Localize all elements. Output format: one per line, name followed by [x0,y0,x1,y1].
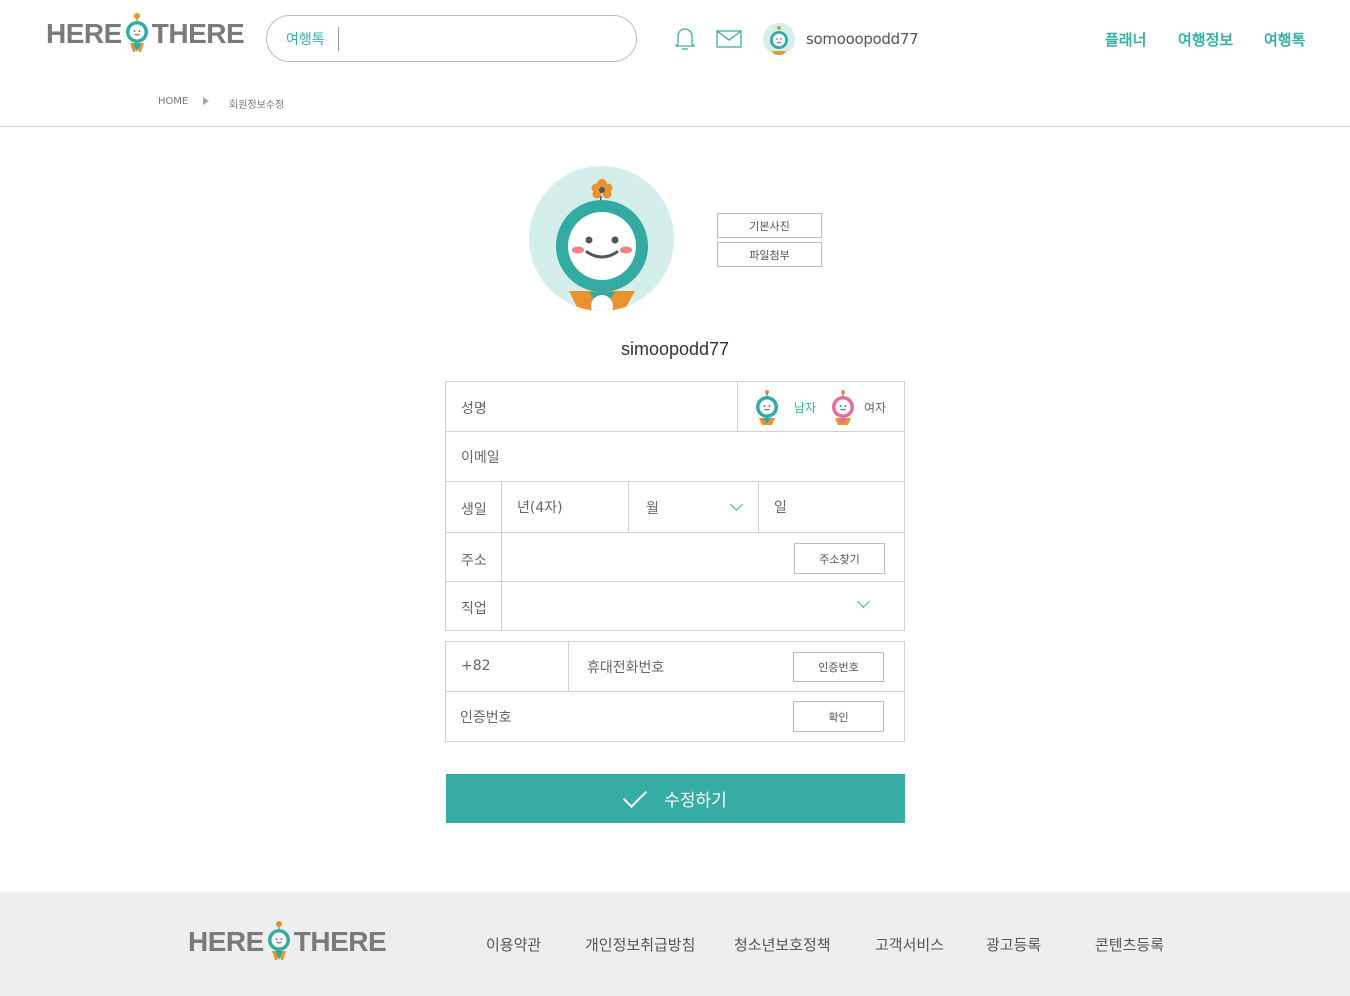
birth-year-divider [628,482,629,532]
mascot-avatar-icon [770,26,788,55]
footer-link-privacy[interactable]: 개인정보취급방침 [585,934,695,955]
phone-row: +82 휴대전화번호 인증번호 [446,642,904,692]
job-chevron-down-icon[interactable] [857,595,870,608]
breadcrumb-home[interactable]: HOME [158,96,188,107]
search-bar[interactable]: 여행톡 [266,15,637,62]
footer-logo-text-here: HERE [188,926,264,957]
email-row: 이메일 [446,432,904,482]
birth-year-input[interactable]: 년(4자) [517,497,563,517]
nav-travel-info[interactable]: 여행정보 [1178,29,1233,50]
job-divider [501,582,502,630]
submit-button[interactable]: 수정하기 [446,774,905,823]
mascot-female-icon [832,390,854,425]
footer-link-customer-service[interactable]: 고객서비스 [875,934,944,955]
country-code[interactable]: +82 [461,658,491,674]
phone-divider [568,642,569,691]
logo-text-there: THERE [151,18,245,49]
address-search-button[interactable]: 주소찾기 [794,543,885,574]
profile-username: simoopodd77 [620,339,730,359]
default-photo-button[interactable]: 기본사진 [717,213,822,238]
birthday-divider [501,482,502,532]
address-divider [501,533,502,581]
mascot-logo-icon [125,13,148,52]
footer-link-ad-register[interactable]: 광고등록 [986,934,1041,955]
submit-label: 수정하기 [664,791,727,811]
birth-month-divider [758,482,759,532]
nav-planner[interactable]: 플래너 [1105,29,1146,50]
mascot-footer-logo-icon [267,921,290,960]
footer-logo[interactable]: HERE THERE [188,920,387,964]
gender-male-label: 남자 [794,400,817,415]
job-label: 직업 [461,601,487,617]
site-header: HERE THERE 여행톡 somooopodd77 플래너 여행정보 여행톡 [0,0,1350,77]
address-label: 주소 [461,553,487,569]
nav-travel-talk[interactable]: 여행톡 [1264,29,1305,50]
request-code-button[interactable]: 인증번호 [793,652,884,682]
verify-code-input[interactable]: 인증번호 [460,707,512,727]
phone-form: +82 휴대전화번호 인증번호 인증번호 확인 [445,641,905,742]
attach-file-button[interactable]: 파일첨부 [717,242,822,267]
footer-link-terms[interactable]: 이용약관 [486,934,541,955]
mascot-profile-icon [556,179,648,311]
breadcrumb: HOME 회원정보수정 [0,77,1350,127]
footer-link-content-register[interactable]: 콘텐츠등록 [1095,934,1164,955]
month-chevron-down-icon[interactable] [730,498,743,511]
name-row: 성명 남자 여자 [446,382,904,432]
footer-link-youth-policy[interactable]: 청소년보호정책 [734,934,831,955]
breadcrumb-current: 회원정보수정 [229,100,285,111]
gender-female-option[interactable]: 여자 [830,389,886,425]
search-divider [337,26,339,51]
job-row: 직업 [446,582,904,630]
user-name[interactable]: somooopodd77 [806,30,919,48]
profile-photo [529,166,674,311]
check-icon [623,783,648,808]
logo-text-here: HERE [46,18,122,49]
name-divider [737,382,738,431]
footer-logo-text-there: THERE [293,926,387,957]
confirm-code-button[interactable]: 확인 [793,701,884,732]
header-logo[interactable]: HERE THERE [46,12,245,56]
mascot-male-icon [756,390,778,425]
search-category[interactable]: 여행톡 [286,29,325,49]
birth-month-select[interactable]: 월 [646,498,659,518]
email-field[interactable]: 이메일 [461,447,500,467]
bell-icon[interactable] [673,25,697,51]
gender-female-label: 여자 [864,400,887,415]
birth-day-input[interactable]: 일 [774,497,787,517]
phone-input[interactable]: 휴대전화번호 [587,657,664,677]
gender-male-option[interactable]: 남자 [754,389,816,425]
birthday-label: 생일 [461,502,487,518]
mail-icon[interactable] [716,30,742,48]
breadcrumb-arrow-icon [203,97,209,105]
profile-form: 성명 남자 여자 이메일 생일 년(4자) 월 일 주소 주소찾기 직업 [445,381,905,631]
verify-row: 인증번호 확인 [446,692,904,741]
name-field[interactable]: 성명 [461,398,487,418]
birthday-row: 생일 년(4자) 월 일 [446,482,904,533]
address-row: 주소 주소찾기 [446,533,904,582]
user-avatar[interactable] [763,23,795,55]
user-menu[interactable]: somooopodd77 [763,23,919,55]
site-footer: HERE THERE 이용약관 개인정보취급방침 청소년보호정책 고객서비스 광… [0,892,1350,996]
